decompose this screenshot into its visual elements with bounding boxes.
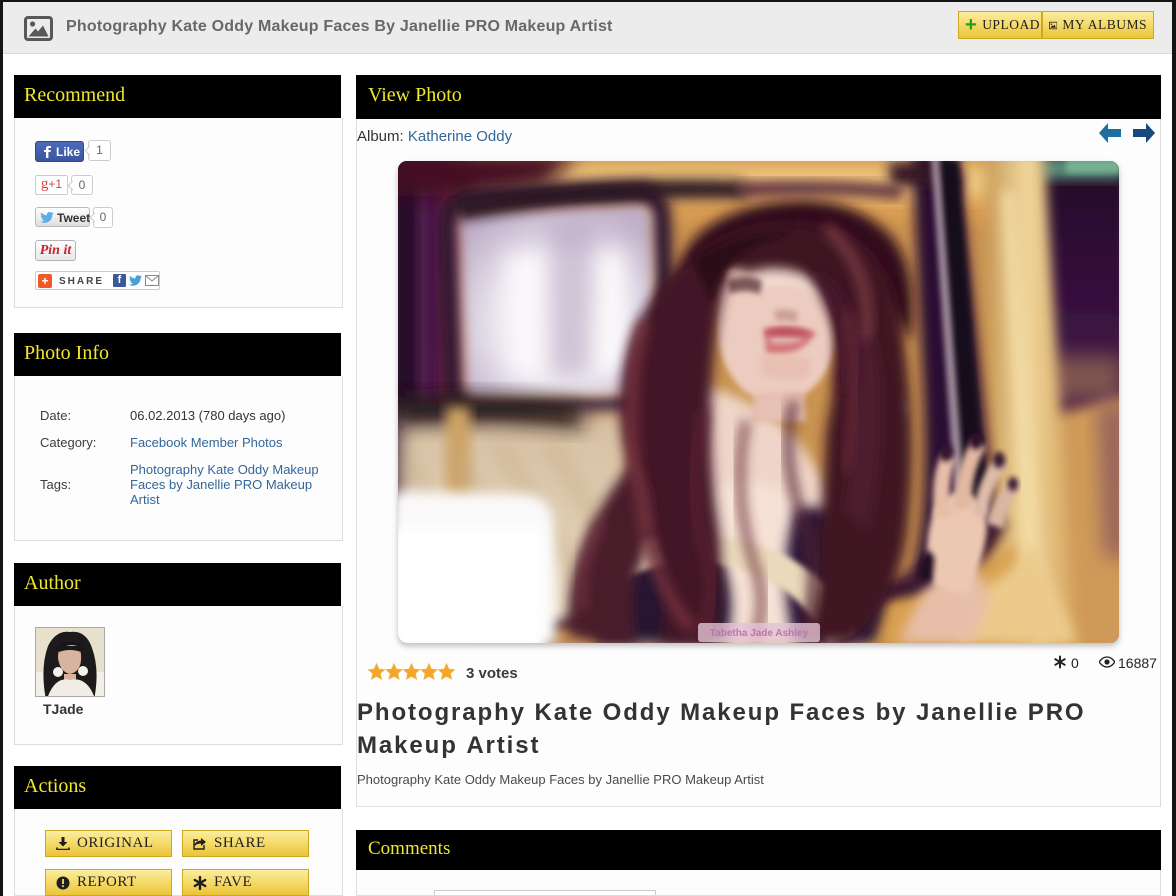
svg-text:Tabetha Jade Ashley: Tabetha Jade Ashley <box>710 628 809 639</box>
